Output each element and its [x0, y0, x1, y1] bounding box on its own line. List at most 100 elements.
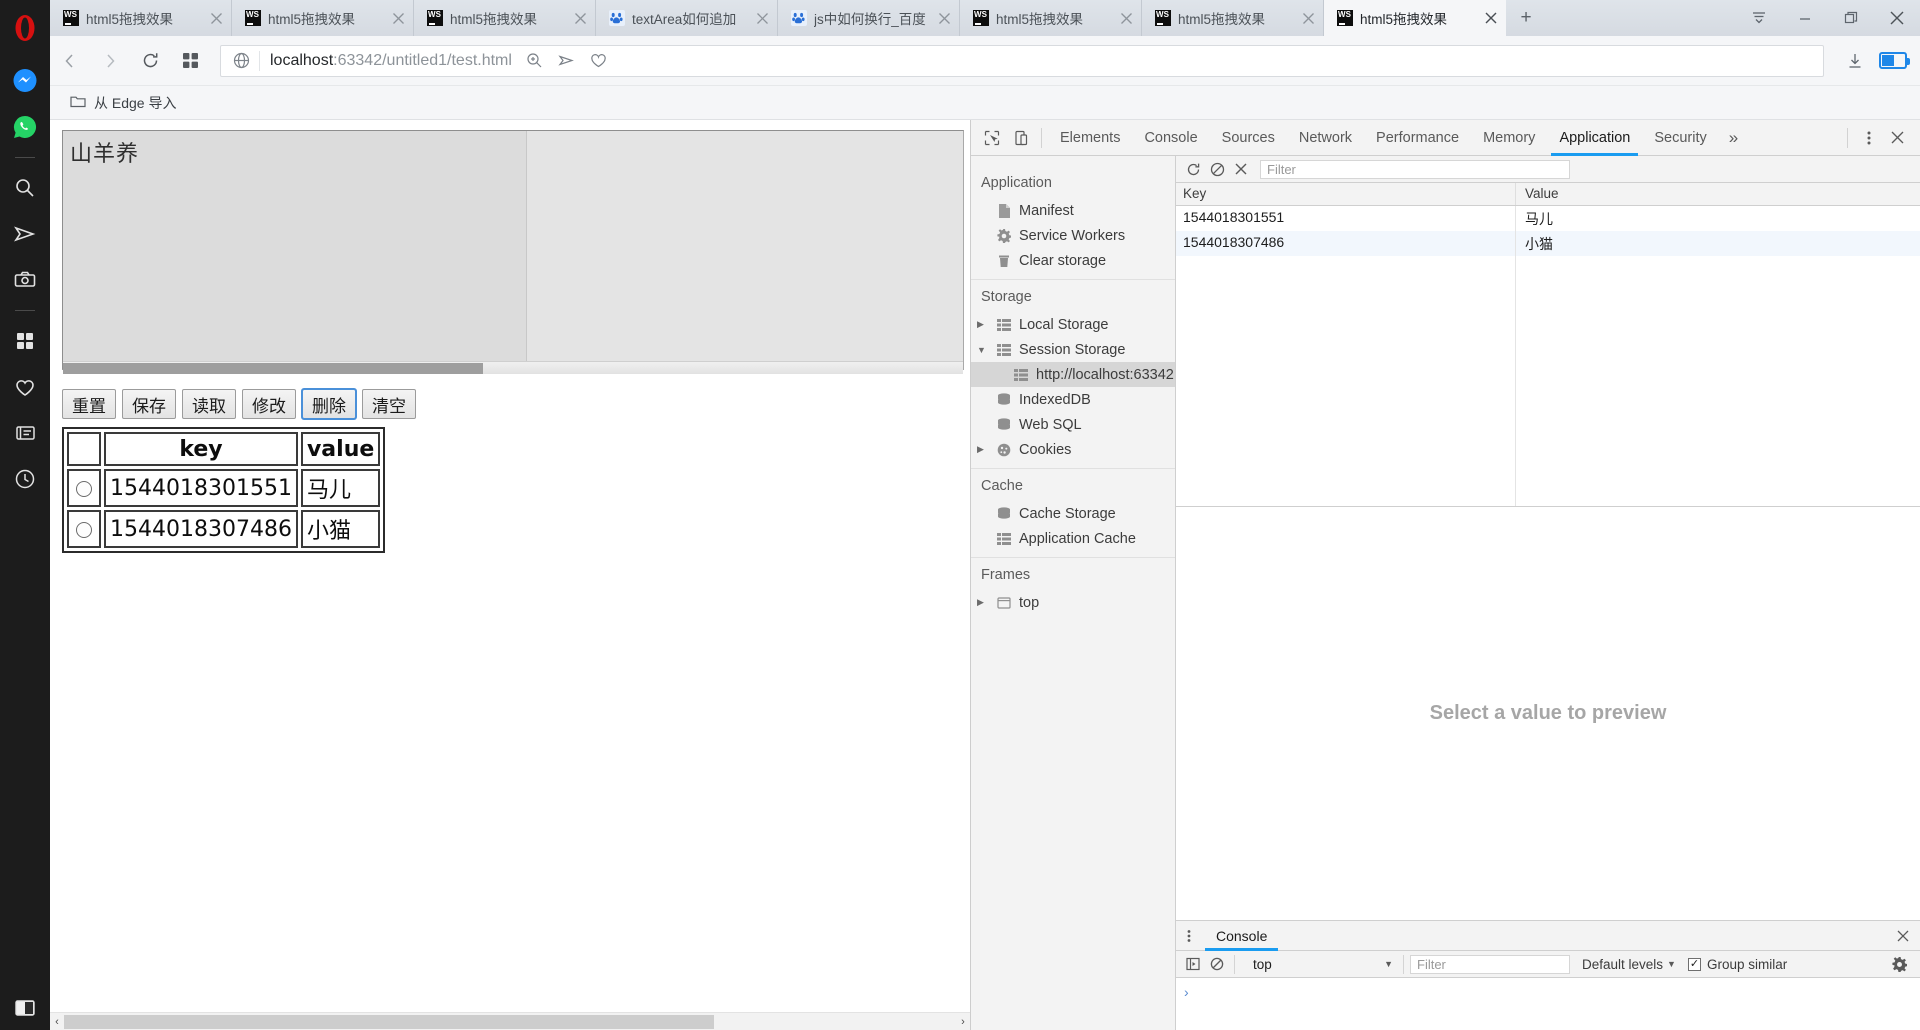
- disclosure-arrow-collapsed-icon[interactable]: ▶: [977, 597, 989, 608]
- battery-saver-icon[interactable]: [1876, 45, 1910, 77]
- textarea-hscrollbar[interactable]: [63, 361, 963, 374]
- row-radio-button[interactable]: [76, 480, 92, 497]
- refresh-icon[interactable]: [1182, 158, 1204, 180]
- new-tab-button[interactable]: +: [1506, 0, 1546, 36]
- telegram-send-icon[interactable]: [0, 211, 50, 257]
- tab-elements[interactable]: Elements: [1048, 120, 1132, 156]
- checkbox-checked-icon[interactable]: ✓: [1687, 957, 1701, 971]
- row-radio-cell[interactable]: [67, 469, 101, 507]
- more-options-icon[interactable]: [1854, 124, 1883, 152]
- row-radio-button[interactable]: [76, 521, 92, 538]
- scrollbar-thumb[interactable]: [64, 1014, 714, 1029]
- tab-application[interactable]: Application: [1547, 120, 1642, 156]
- table-row[interactable]: 1544018307486 小猫: [1176, 231, 1920, 256]
- page-zoom-icon[interactable]: [520, 47, 550, 75]
- scroll-right-arrow-icon[interactable]: ›: [956, 1016, 970, 1028]
- close-drawer-icon[interactable]: [1886, 929, 1920, 943]
- scrollbar-track[interactable]: [64, 1014, 956, 1030]
- sidebar-item-application-cache[interactable]: ▶ Application Cache: [971, 526, 1175, 551]
- sidebar-item-indexeddb[interactable]: ▶ IndexedDB: [971, 387, 1175, 412]
- tab-close-icon[interactable]: [569, 7, 591, 29]
- textarea-hscroll-thumb[interactable]: [63, 363, 483, 374]
- tab-memory[interactable]: Memory: [1471, 120, 1547, 156]
- browser-tab-active[interactable]: WS html5拖拽效果: [1324, 0, 1506, 36]
- sidebar-item-cookies[interactable]: ▶ Cookies: [971, 437, 1175, 462]
- clear-console-icon[interactable]: [1206, 953, 1228, 975]
- browser-tab[interactable]: textArea如何追加: [596, 0, 778, 36]
- device-toolbar-icon[interactable]: [1006, 124, 1035, 152]
- sidebar-item-local-storage[interactable]: ▶ Local Storage: [971, 312, 1175, 337]
- console-levels-dropdown[interactable]: Default levels ▼: [1572, 957, 1686, 972]
- messenger-icon[interactable]: [0, 58, 50, 104]
- sidebar-item-service-workers[interactable]: ▶ Service Workers: [971, 223, 1175, 248]
- speed-dial-grid-icon[interactable]: [0, 318, 50, 364]
- tab-close-icon[interactable]: [751, 7, 773, 29]
- clear-all-icon[interactable]: [1206, 158, 1228, 180]
- browser-tab[interactable]: WS html5拖拽效果: [232, 0, 414, 36]
- opera-logo-icon[interactable]: [3, 6, 47, 50]
- forward-arrow-icon[interactable]: [90, 41, 130, 81]
- snapshot-camera-icon[interactable]: [0, 257, 50, 303]
- browser-tab[interactable]: WS html5拖拽效果: [50, 0, 232, 36]
- console-filter-input[interactable]: Filter: [1410, 954, 1570, 974]
- heart-icon[interactable]: [584, 47, 614, 75]
- reset-button[interactable]: 重置: [62, 389, 116, 419]
- delete-selected-icon[interactable]: [1230, 158, 1252, 180]
- disclosure-arrow-collapsed-icon[interactable]: ▶: [977, 319, 989, 330]
- download-icon[interactable]: [1838, 45, 1872, 77]
- tab-close-icon[interactable]: [1297, 7, 1319, 29]
- table-row[interactable]: 1544018301551 马儿: [1176, 206, 1920, 231]
- close-icon[interactable]: [1874, 0, 1920, 36]
- delete-button[interactable]: 删除: [301, 388, 357, 420]
- tab-close-icon[interactable]: [1480, 7, 1502, 29]
- save-button[interactable]: 保存: [122, 389, 176, 419]
- tab-close-icon[interactable]: [387, 7, 409, 29]
- browser-tab[interactable]: WS html5拖拽效果: [1142, 0, 1324, 36]
- restore-icon[interactable]: [1828, 0, 1874, 36]
- tab-security[interactable]: Security: [1642, 120, 1718, 156]
- sidebar-item-session-storage[interactable]: ▼ Session Storage: [971, 337, 1175, 362]
- browser-tab[interactable]: WS html5拖拽效果: [414, 0, 596, 36]
- search-icon[interactable]: [0, 165, 50, 211]
- chevron-down-icon[interactable]: ▼: [1667, 959, 1676, 969]
- column-header-key[interactable]: Key: [1176, 183, 1516, 205]
- chevron-down-icon[interactable]: ▼: [1384, 959, 1393, 969]
- tab-sources[interactable]: Sources: [1210, 120, 1287, 156]
- back-arrow-icon[interactable]: [50, 41, 90, 81]
- group-similar-toggle[interactable]: ✓ Group similar: [1687, 957, 1787, 972]
- sidebar-item-manifest[interactable]: ▶ Manifest: [971, 198, 1175, 223]
- news-panel-icon[interactable]: [0, 410, 50, 456]
- tab-network[interactable]: Network: [1287, 120, 1364, 156]
- drag-textarea[interactable]: [62, 130, 964, 370]
- tab-close-icon[interactable]: [933, 7, 955, 29]
- tab-performance[interactable]: Performance: [1364, 120, 1471, 156]
- tab-list-icon[interactable]: [1736, 0, 1782, 36]
- modify-button[interactable]: 修改: [242, 389, 296, 419]
- sidebar-item-session-storage-origin[interactable]: http://localhost:63342: [971, 362, 1175, 387]
- disclosure-arrow-expanded-icon[interactable]: ▼: [977, 345, 989, 355]
- bookmark-folder-item[interactable]: 从 Edge 导入: [64, 90, 182, 116]
- tab-console[interactable]: Console: [1132, 120, 1209, 156]
- share-icon[interactable]: [552, 47, 582, 75]
- column-header-value[interactable]: Value: [1516, 183, 1920, 205]
- favorites-heart-icon[interactable]: [0, 364, 50, 410]
- minimize-icon[interactable]: [1782, 0, 1828, 36]
- row-radio-cell[interactable]: [67, 510, 101, 548]
- omnibox[interactable]: localhost:63342/untitled1/test.html: [220, 44, 1824, 77]
- console-sidebar-icon[interactable]: [1182, 953, 1204, 975]
- history-clock-icon[interactable]: [0, 456, 50, 502]
- scroll-left-arrow-icon[interactable]: ‹: [50, 1016, 64, 1028]
- whatsapp-icon[interactable]: [0, 104, 50, 150]
- drawer-tab-console[interactable]: Console: [1202, 921, 1281, 951]
- reload-icon[interactable]: [130, 41, 170, 81]
- sidebar-item-clear-storage[interactable]: ▶ Clear storage: [971, 248, 1175, 273]
- sidebar-item-frame-top[interactable]: ▶ top: [971, 590, 1175, 615]
- inspect-element-icon[interactable]: [977, 124, 1006, 152]
- table-row[interactable]: 1544018307486 小猫: [67, 510, 381, 548]
- grid-icon[interactable]: [170, 41, 210, 81]
- browser-tab[interactable]: js中如何换行_百度: [778, 0, 960, 36]
- close-devtools-icon[interactable]: [1883, 124, 1912, 152]
- panel-toggle-icon[interactable]: [0, 998, 50, 1018]
- console-context-dropdown[interactable]: top ▼: [1247, 954, 1397, 975]
- disclosure-arrow-collapsed-icon[interactable]: ▶: [977, 444, 989, 455]
